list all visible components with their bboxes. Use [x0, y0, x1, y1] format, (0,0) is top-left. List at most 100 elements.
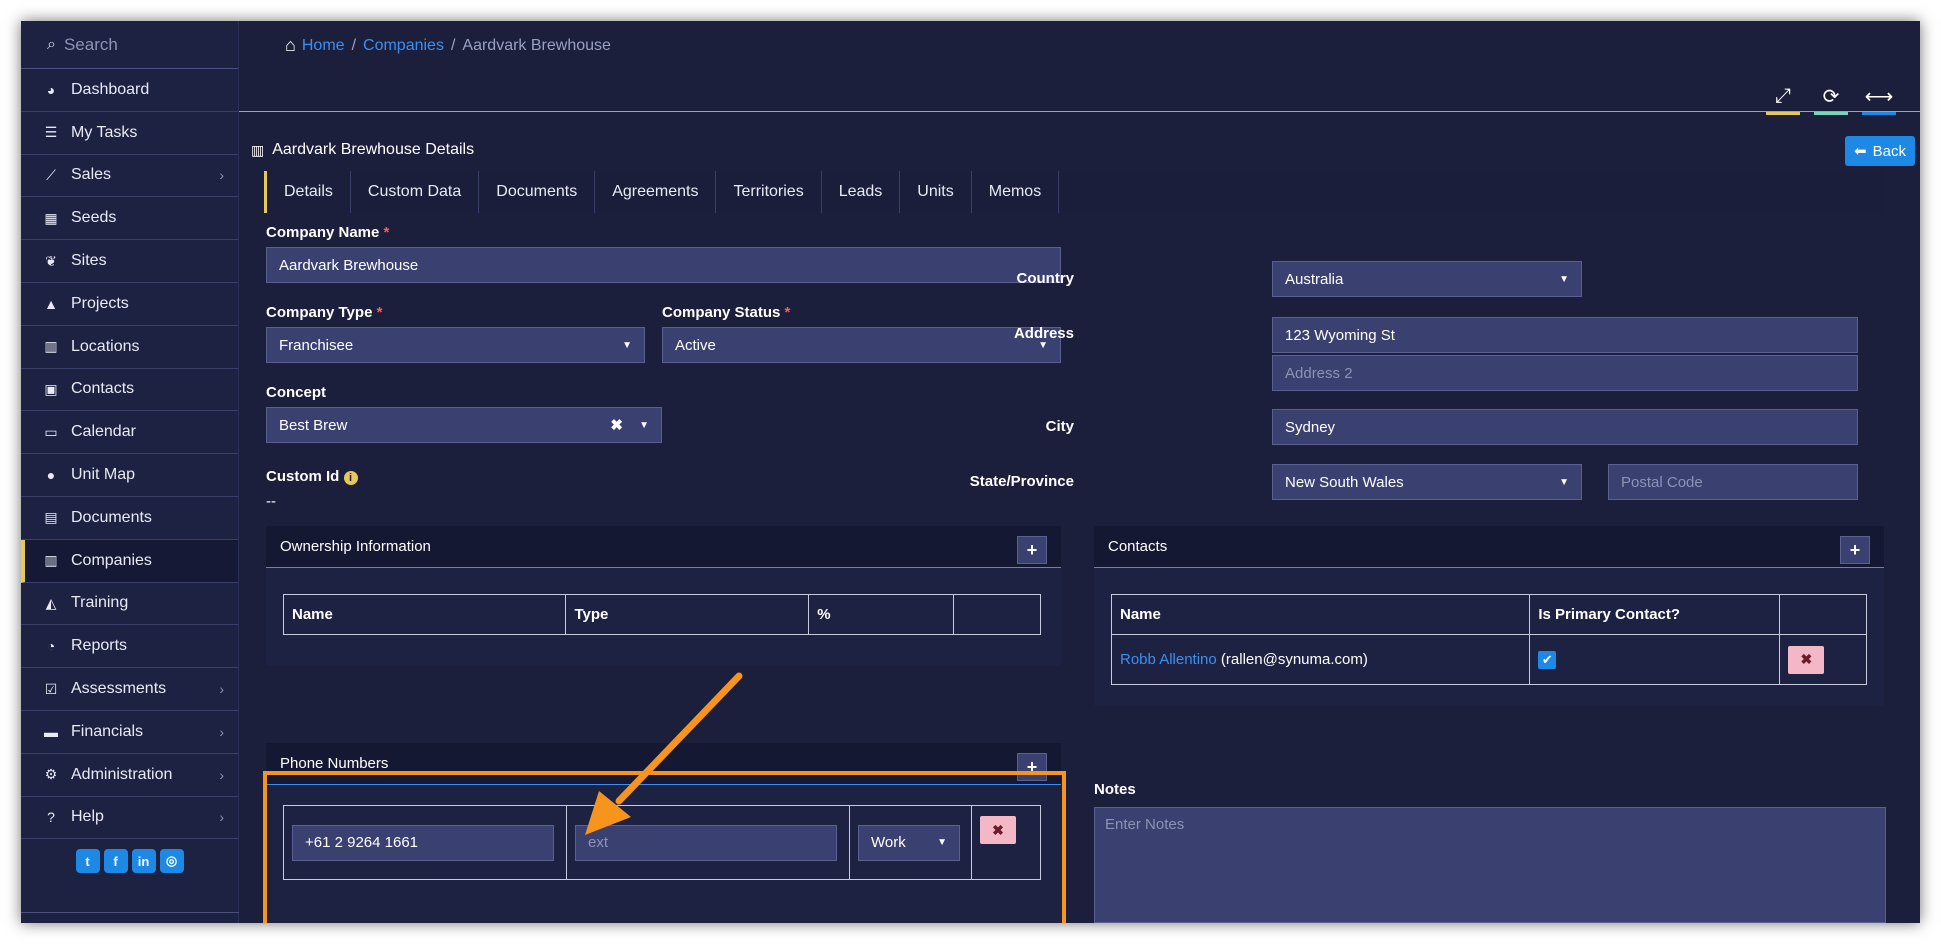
sidebar-item-companies[interactable]: ▥ Companies [21, 539, 238, 583]
column-header: Type [565, 594, 810, 635]
sidebar-item-my-tasks[interactable]: ☰ My Tasks [21, 112, 238, 155]
twitter-icon[interactable]: t [75, 849, 100, 874]
app-window: ⌕ Search ◕ Dashboard ☰ My Tasks ⟋ Sales › ▦ Seed… [21, 21, 1920, 923]
address1-input[interactable]: 123 Wyoming St [1272, 317, 1858, 353]
linkedin-icon[interactable]: in [131, 849, 156, 874]
info-icon[interactable]: i [343, 471, 358, 485]
top-toolbar: ⤢ ⟳ ⟷ [1766, 79, 1896, 115]
custom-id-value: -- [266, 493, 276, 510]
tab-leads[interactable]: Leads [822, 171, 901, 213]
sidebar-item-assessments[interactable]: ☑ Assessments › [21, 668, 238, 711]
tab-custom-data[interactable]: Custom Data [351, 171, 480, 213]
phone-highlight-box [263, 771, 1066, 923]
tab-territories[interactable]: Territories [716, 171, 822, 213]
column-header [1779, 594, 1867, 635]
tab-agreements[interactable]: Agreements [595, 171, 717, 213]
details-content: Company Name * Aardvark Brewhouse Compan… [263, 213, 1886, 923]
sidebar-item-administration[interactable]: ⚙ Administration › [21, 754, 238, 797]
sidebar-item-sales[interactable]: ⟋ Sales › [21, 155, 238, 198]
back-button[interactable]: ⬅ Back [1845, 136, 1915, 166]
sidebar-item-label: Unit Map [71, 466, 136, 484]
country-select[interactable]: Australia ▼ [1272, 261, 1582, 297]
add-owner-button[interactable]: + [1017, 536, 1047, 564]
chevron-right-icon: › [219, 723, 224, 740]
column-header [953, 594, 1041, 635]
sidebar-item-dashboard[interactable]: ◕ Dashboard [21, 69, 238, 112]
notes-textarea[interactable]: Enter Notes [1094, 807, 1886, 923]
company-status-label: Company Status * [662, 304, 791, 321]
sidebar-item-reports[interactable]: ◔ Reports [21, 625, 238, 669]
company-type-select[interactable]: Franchisee ▼ [266, 327, 645, 363]
fullscreen-icon[interactable]: ⤢ [1766, 79, 1800, 115]
address-label: Address [1013, 325, 1074, 342]
sidebar-item-contacts[interactable]: ▣ Contacts [21, 369, 238, 412]
sidebar-item-financials[interactable]: ▬ Financials › [21, 711, 238, 754]
sidebar-item-sites[interactable]: ❦ Sites [21, 240, 238, 283]
sidebar-item-label: Documents [71, 508, 152, 526]
postal-code-input[interactable]: Postal Code [1608, 464, 1858, 500]
breadcrumb-home[interactable]: Home [302, 37, 345, 55]
primary-contact-checkbox[interactable]: ✔ [1538, 650, 1557, 669]
tab-documents[interactable]: Documents [479, 171, 596, 213]
building-icon: ▥ [251, 141, 265, 158]
sidebar: ⌕ Search ◕ Dashboard ☰ My Tasks ⟋ Sales › ▦ Seed… [21, 21, 239, 923]
breadcrumb-companies[interactable]: Companies [363, 37, 444, 55]
tab-units[interactable]: Units [900, 171, 972, 213]
expand-width-icon[interactable]: ⟷ [1862, 79, 1896, 115]
question-icon: ? [47, 809, 55, 826]
chevron-right-icon: › [219, 809, 224, 826]
sidebar-item-documents[interactable]: ▤ Documents [21, 497, 238, 540]
building-icon: ▥ [44, 552, 58, 569]
tab-details[interactable]: Details [264, 171, 351, 213]
contact-link[interactable]: Robb Allentino [1120, 651, 1217, 668]
column-header: % [808, 594, 955, 635]
address2-input[interactable]: Address 2 [1272, 355, 1858, 391]
add-contact-button[interactable]: + [1840, 536, 1870, 564]
sidebar-item-label: Calendar [71, 423, 136, 441]
breadcrumb-current: Aardvark Brewhouse [462, 36, 611, 54]
sidebar-item-help[interactable]: ? Help › [21, 797, 238, 840]
home-icon[interactable]: ⌂ [285, 35, 296, 56]
sidebar-item-label: Locations [71, 337, 140, 355]
contact-remove-cell: ✖ [1779, 634, 1867, 685]
chevron-right-icon: › [219, 766, 224, 783]
refresh-icon[interactable]: ⟳ [1814, 79, 1848, 115]
sidebar-item-projects[interactable]: ▲ Projects [21, 283, 238, 326]
caret-down-icon: ▼ [622, 339, 632, 351]
sidebar-item-unit-map[interactable]: ● Unit Map [21, 454, 238, 497]
ownership-title: Ownership Information [280, 538, 431, 555]
calendar-icon: ▭ [44, 423, 58, 440]
state-select[interactable]: New South Wales ▼ [1272, 464, 1582, 500]
sidebar-item-locations[interactable]: ▥ Locations [21, 326, 238, 369]
column-header: Name [1110, 594, 1531, 635]
caret-down-icon: ▼ [1559, 476, 1569, 488]
leaf-icon: ❦ [45, 252, 57, 269]
sidebar-item-training[interactable]: ◭ Training [21, 583, 238, 626]
sidebar-item-label: Projects [71, 294, 129, 312]
dashboard-icon: ◕ [46, 81, 56, 98]
contacts-section: Contacts + Name Is Primary Contact? Robb … [1094, 526, 1884, 706]
sidebar-item-label: Reports [71, 637, 128, 655]
facebook-icon[interactable]: f [103, 849, 128, 874]
sidebar-item-label: Administration [71, 765, 173, 783]
caret-down-icon: ▼ [639, 419, 649, 431]
sidebar-item-label: Help [71, 808, 104, 826]
sidebar-item-calendar[interactable]: ▭ Calendar [21, 411, 238, 455]
clear-icon[interactable]: ✖ [610, 416, 623, 434]
concept-select[interactable]: Best Brew ✖ ▼ [266, 407, 662, 443]
instagram-icon[interactable]: ◎ [159, 849, 184, 874]
panel-title: Aardvark Brewhouse Details [272, 141, 475, 158]
tab-memos[interactable]: Memos [972, 171, 1060, 213]
column-header: Name [282, 594, 567, 635]
caret-down-icon: ▼ [1559, 273, 1569, 285]
detail-tabs: Details Custom Data Documents Agreements Ter… [264, 171, 1884, 213]
custom-id-label: Custom Id i [266, 468, 358, 485]
sidebar-item-seeds[interactable]: ▦ Seeds [21, 197, 238, 241]
chevron-right-icon: › [219, 167, 224, 184]
city-input[interactable]: Sydney [1272, 409, 1858, 445]
remove-contact-button[interactable]: ✖ [1788, 645, 1825, 674]
contacts-header: Contacts + [1094, 526, 1884, 568]
grid-icon: ▦ [44, 209, 58, 226]
main-area: ⌂ Home / Companies / Aardvark Brewhouse … [239, 21, 1920, 923]
sidebar-search[interactable]: ⌕ Search [21, 21, 238, 69]
